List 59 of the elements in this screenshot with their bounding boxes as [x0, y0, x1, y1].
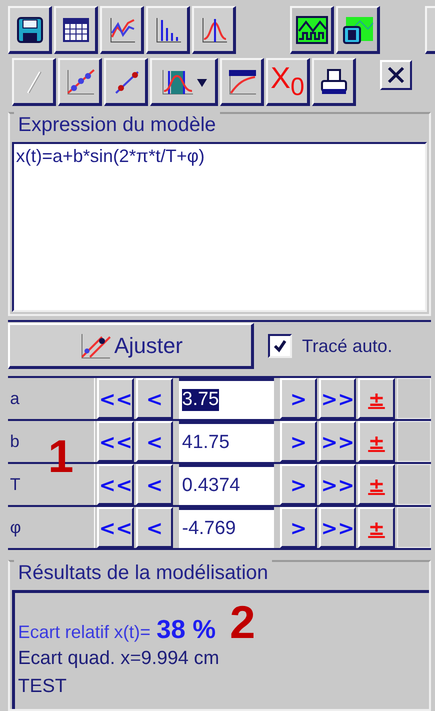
tangent-button[interactable] [220, 58, 264, 106]
empty-cell [397, 421, 431, 462]
parameter-name: φ [10, 518, 22, 538]
x-zero-label: X$_{0}$ [270, 64, 304, 100]
step-button[interactable]: > [280, 378, 317, 419]
step-button[interactable]: << [97, 421, 134, 462]
step-button[interactable]: >> [319, 507, 356, 548]
step-button[interactable]: >> [319, 464, 356, 505]
step-button[interactable]: > [280, 421, 317, 462]
step-button[interactable]: << [97, 378, 134, 419]
signal-button[interactable] [290, 6, 334, 54]
printer-icon [318, 66, 348, 96]
step-button[interactable]: >> [319, 378, 356, 419]
step-button[interactable]: < [136, 507, 173, 548]
empty-cell [397, 464, 431, 505]
result-line: TEST [18, 675, 68, 699]
parameter-name: T [10, 474, 20, 494]
step-button[interactable]: < [136, 421, 173, 462]
histogram-button[interactable] [146, 6, 190, 54]
square-wave-icon [296, 14, 328, 44]
check-icon [273, 339, 287, 353]
fit-button[interactable]: Ajuster [8, 323, 254, 369]
result-value: 38 % [156, 614, 216, 645]
value-field[interactable]: 0.4374 [179, 464, 274, 505]
parameter-name: b [10, 432, 20, 452]
step-button[interactable]: < [136, 378, 173, 419]
bell-curve-button[interactable] [192, 6, 236, 54]
step-button[interactable]: << [97, 507, 134, 548]
step-button[interactable]: > [280, 507, 317, 548]
step-button[interactable]: > [280, 464, 317, 505]
result-label: Ecart relatif x(t)= [18, 622, 151, 643]
curve-fit-menu-button[interactable] [150, 58, 218, 106]
table-button[interactable] [54, 6, 98, 54]
report-icon [342, 14, 374, 44]
step-button[interactable]: >> [319, 421, 356, 462]
report-button[interactable] [336, 6, 380, 54]
value-field[interactable]: -4.769 [179, 507, 274, 548]
auto-plot-checkbox[interactable] [268, 334, 292, 358]
step-button[interactable]: << [97, 464, 134, 505]
line-tool-button[interactable] [12, 58, 56, 106]
print-button[interactable] [312, 58, 356, 106]
parameter-name: a [10, 388, 20, 408]
partial-toolbar-button[interactable] [425, 6, 435, 54]
value-field[interactable]: 41.75 [179, 421, 274, 462]
regression-button[interactable] [58, 58, 102, 106]
close-icon [387, 66, 405, 84]
save-button[interactable] [8, 6, 52, 54]
annotation-number: 2 [230, 599, 256, 645]
empty-cell [397, 378, 431, 419]
empty-cell [397, 507, 431, 548]
step-button[interactable]: < [136, 464, 173, 505]
result-line: Ecart quad. x=9.994 cm [18, 647, 220, 671]
checkbox-label: Tracé auto. [302, 336, 392, 356]
line-chart-button[interactable] [100, 6, 144, 54]
section-title: Expression du modèle [14, 112, 220, 138]
value-field[interactable]: 3.75 [179, 378, 274, 419]
close-button[interactable] [380, 60, 412, 90]
expression-field[interactable]: x(t)=a+b*sin(2*π*t/T+φ) [12, 142, 427, 312]
segment-button[interactable] [104, 58, 148, 106]
